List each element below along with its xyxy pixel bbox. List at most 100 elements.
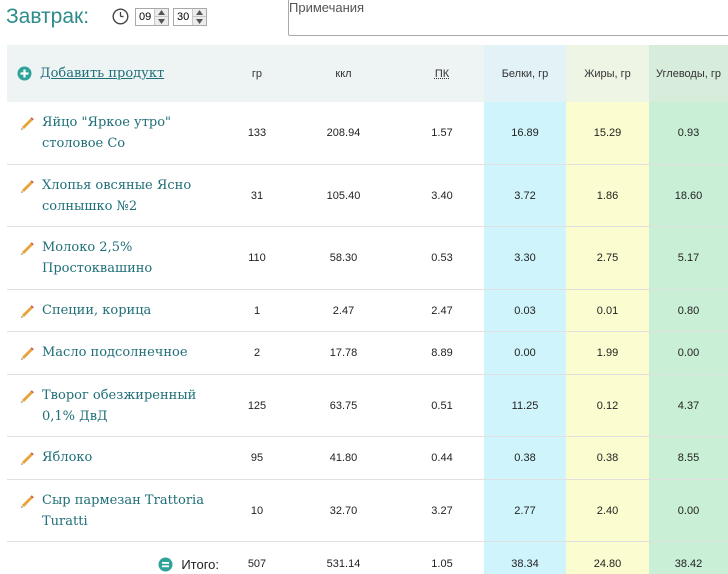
plus-circle-icon[interactable]: [17, 66, 32, 81]
pencil-icon[interactable]: [19, 492, 35, 508]
row-gr: 125: [247, 399, 267, 412]
pencil-icon[interactable]: [19, 449, 35, 465]
header-kcal-label: ккл: [335, 67, 352, 80]
header-gr: гр: [227, 45, 287, 102]
food-table: Добавить продукт гр ккл ПК Белки, гр Жир…: [7, 45, 728, 574]
table-body: Яйцо "Яркое утро" столовое Со 133 208.94 1.…: [7, 102, 728, 542]
meal-title: Завтрак:: [6, 5, 90, 28]
triangle-down-icon: [196, 18, 203, 24]
header-pk: ПК: [400, 45, 484, 102]
header-gr-label: гр: [251, 67, 263, 80]
row-fat: 0.01: [566, 290, 649, 331]
row-kcal: 2.47: [332, 304, 355, 317]
row-gr: 133: [247, 127, 267, 139]
total-protein: 38.34: [484, 542, 566, 574]
row-carbs: 18.60: [649, 165, 728, 226]
row-kcal: 63.75: [329, 399, 358, 412]
row-fat: 15.29: [566, 102, 649, 164]
hour-down-button[interactable]: [155, 17, 168, 25]
header-name-cell: Добавить продукт: [7, 45, 227, 102]
row-protein: 0.38: [484, 437, 566, 479]
product-name-link[interactable]: Сыр пармезан Trattoria Turatti: [42, 490, 222, 532]
row-kcal: 32.70: [329, 504, 358, 517]
minute-spinner[interactable]: 30: [173, 8, 207, 26]
pencil-icon[interactable]: [19, 302, 35, 318]
row-gr: 95: [250, 452, 264, 464]
product-name-cell: Сыр пармезан Trattoria Turatti: [7, 480, 227, 541]
total-gr: 507: [247, 558, 267, 570]
table-row: Хлопья овсяные Ясно солнышко №2 31 105.40 3…: [7, 165, 728, 227]
row-fat: 0.38: [566, 437, 649, 479]
row-kcal: 208.94: [326, 127, 361, 139]
row-carbs: 8.55: [649, 437, 728, 479]
row-protein: 3.30: [484, 227, 566, 289]
triangle-up-icon: [158, 10, 165, 15]
product-name-link[interactable]: Специи, корица: [42, 300, 222, 321]
header-carbs: Углеводы, гр: [649, 45, 728, 102]
row-kcal: 41.80: [329, 452, 358, 464]
row-carbs: 0.00: [649, 332, 728, 374]
minute-down-button[interactable]: [193, 17, 206, 25]
row-pk: 3.27: [431, 504, 453, 517]
triangle-up-icon: [196, 10, 203, 15]
row-fat: 0.12: [566, 375, 649, 436]
pencil-icon[interactable]: [19, 387, 35, 403]
header-protein-label: Белки, гр: [501, 67, 549, 80]
row-pk: 2.47: [431, 304, 453, 317]
table-row: Специи, корица 1 2.47 2.47 0.03 0.01 0.80: [7, 290, 728, 332]
hour-spinner[interactable]: 09: [135, 8, 169, 26]
row-kcal: 17.78: [329, 347, 358, 359]
equals-circle-icon: [158, 557, 173, 571]
table-header: Добавить продукт гр ккл ПК Белки, гр Жир…: [7, 45, 728, 102]
row-pk: 8.89: [431, 347, 453, 359]
product-name-link[interactable]: Яйцо "Яркое утро" столовое Со: [42, 112, 222, 154]
product-name-link[interactable]: Творог обезжиренный 0,1% ДвД: [42, 385, 222, 427]
hour-up-button[interactable]: [155, 9, 168, 17]
product-name-link[interactable]: Масло подсолнечное: [42, 342, 222, 363]
product-name-link[interactable]: Молоко 2,5% Простоквашино: [42, 237, 222, 279]
add-product-link[interactable]: Добавить продукт: [40, 66, 164, 81]
row-carbs: 4.37: [649, 375, 728, 436]
row-fat: 1.99: [566, 332, 649, 374]
notes-textarea[interactable]: Примечания: [288, 0, 728, 36]
product-name-link[interactable]: Яблоко: [42, 447, 222, 468]
product-name-cell: Специи, корица: [7, 290, 227, 331]
row-protein: 0.00: [484, 332, 566, 374]
hour-value: 09: [139, 11, 152, 23]
header-protein: Белки, гр: [484, 45, 566, 102]
product-name-cell: Хлопья овсяные Ясно солнышко №2: [7, 165, 227, 226]
header-fat: Жиры, гр: [566, 45, 649, 102]
pencil-icon[interactable]: [19, 177, 35, 193]
total-kcal: 531.14: [326, 558, 361, 570]
row-carbs: 0.00: [649, 480, 728, 541]
table-row: Творог обезжиренный 0,1% ДвД 125 63.75 0.51…: [7, 375, 728, 437]
row-protein: 11.25: [484, 375, 566, 436]
row-carbs: 0.93: [649, 102, 728, 164]
row-carbs: 5.17: [649, 227, 728, 289]
row-pk: 1.57: [431, 127, 453, 139]
total-carbs: 38.42: [649, 542, 728, 574]
row-pk: 3.40: [431, 189, 453, 202]
table-row: Масло подсолнечное 2 17.78 8.89 0.00 1.99 0.00: [7, 332, 728, 375]
product-name-cell: Молоко 2,5% Простоквашино: [7, 227, 227, 289]
row-protein: 3.72: [484, 165, 566, 226]
notes-placeholder: Примечания: [289, 0, 365, 15]
table-row: Яблоко 95 41.80 0.44 0.38 0.38 8.55: [7, 437, 728, 480]
pencil-icon[interactable]: [19, 344, 35, 360]
row-carbs: 0.80: [649, 290, 728, 331]
row-kcal: 105.40: [326, 189, 361, 202]
clock-icon: [112, 8, 129, 25]
product-name-link[interactable]: Хлопья овсяные Ясно солнышко №2: [42, 175, 222, 217]
minute-up-button[interactable]: [193, 9, 206, 17]
row-pk: 0.44: [431, 452, 453, 464]
row-gr: 1: [253, 304, 261, 317]
pencil-icon[interactable]: [19, 239, 35, 255]
meal-panel: Завтрак: 09 30 Примечания Добавить проду…: [0, 0, 728, 574]
header-carbs-label: Углеводы, гр: [656, 67, 721, 80]
total-row: Итого: 507 531.14 1.05 38.34 24.80 38.42: [7, 542, 728, 574]
header-pk-label: ПК: [434, 67, 450, 80]
header-kcal: ккл: [287, 45, 400, 102]
pencil-icon[interactable]: [19, 114, 35, 130]
header-fat-label: Жиры, гр: [584, 67, 631, 80]
product-name-cell: Яйцо "Яркое утро" столовое Со: [7, 102, 227, 164]
